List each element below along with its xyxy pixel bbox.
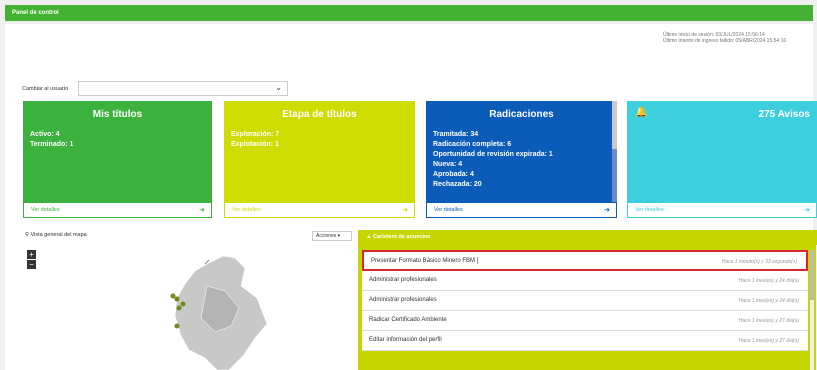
circle-arrow-right-icon: ➜ — [402, 207, 408, 214]
feed-item[interactable]: Administrar profesionales Hace 1 mes(es)… — [362, 291, 808, 311]
map-marker[interactable] — [174, 296, 180, 302]
feed-item[interactable]: Editar información del perfil Hace 1 mes… — [362, 331, 808, 351]
scrollbar-thumb[interactable] — [612, 101, 617, 149]
feed-item-time: Hace 1 minuto(s) y 33 segundo(s) — [721, 259, 797, 265]
ver-detalles-label: Ver detalles — [434, 207, 463, 213]
feed-item-time: Hace 1 mes(es) y 24 día(s) — [738, 298, 799, 304]
card-line: Explotación: 1 — [231, 141, 279, 148]
dashboard-content: Último inicio de sesión: 03/JUL/2024 15:… — [5, 24, 817, 370]
zoom-in-button[interactable]: + — [27, 250, 36, 259]
ver-detalles-link[interactable]: Ver detalles ➜ — [426, 202, 617, 218]
feed-item-text: Editar información del perfil — [369, 337, 442, 343]
card-line: Tramitada: 34 — [433, 131, 479, 138]
colombia-map[interactable] — [145, 246, 285, 370]
feed-header: ▲ Cartelera de anuncios — [358, 230, 817, 245]
circle-arrow-right-icon: ➜ — [604, 207, 610, 214]
scrollbar-thumb[interactable] — [810, 250, 814, 300]
feed-item[interactable]: Presentar Formato Básico Minero FBM [ Ha… — [362, 250, 808, 271]
feed-item-time: Hace 1 mes(es) y 27 día(s) — [738, 338, 799, 344]
bullhorn-icon: ▲ — [366, 234, 372, 240]
circle-arrow-right-icon: ➜ — [199, 207, 205, 214]
card-scrollbar[interactable] — [612, 101, 617, 202]
feed-item-text: Administrar profesionales — [369, 297, 437, 303]
session-info: Último inicio de sesión: 03/JUL/2024 15:… — [663, 32, 813, 44]
ver-detalles-label: Ver detalles — [31, 207, 60, 213]
feed-item[interactable]: Administrar profesionales Hace 1 mes(es)… — [362, 271, 808, 291]
top-header-bar: Panel de control — [5, 5, 813, 21]
ver-detalles-link[interactable]: Ver detalles ➜ — [23, 202, 212, 218]
feed-item-time: Hace 1 mes(es) y 24 día(s) — [738, 278, 799, 284]
card-line: Rechazada: 20 — [433, 181, 482, 188]
ver-detalles-link[interactable]: Ver detalles ➜ — [224, 202, 415, 218]
card-line: Terminado: 1 — [30, 141, 74, 148]
card-mis-titulos: Mis títulos Activo: 4 Terminado: 1 Ver d… — [23, 101, 212, 218]
ver-detalles-label: Ver detalles — [635, 207, 664, 213]
card-radicaciones: Radicaciones Tramitada: 34 Radicación co… — [426, 101, 617, 218]
map-marker[interactable] — [170, 293, 176, 299]
feed-item-time: Hace 1 mes(es) y 27 día(s) — [738, 318, 799, 324]
feed-item-text: Presentar Formato Básico Minero FBM [ — [371, 258, 479, 264]
map-title: ⚲ Vista general del mapa — [25, 232, 87, 238]
map-marker[interactable] — [180, 301, 186, 307]
switch-user-select[interactable]: ⌄ — [78, 81, 288, 96]
card-title: Radicaciones — [489, 109, 554, 120]
card-line: Aprobada: 4 — [433, 171, 474, 178]
card-title: Etapa de títulos — [282, 109, 357, 120]
feed-scrollbar[interactable] — [810, 250, 814, 370]
card-title: Mis títulos — [92, 109, 143, 120]
page-title: Panel de control — [12, 10, 59, 16]
card-etapa-titulos: Etapa de títulos Exploración: 7 Explotac… — [224, 101, 415, 218]
map-pin-icon: ⚲ — [25, 232, 30, 238]
card-line: Nueva: 4 — [433, 161, 463, 168]
acciones-dropdown[interactable]: Acciones ▾ — [312, 231, 352, 241]
feed-item-text: Administrar profesionales — [369, 277, 437, 283]
map-marker[interactable] — [174, 323, 180, 329]
feed-title: Cartelera de anuncios — [372, 234, 431, 240]
card-line: Activo: 4 — [30, 131, 60, 138]
announcements-feed: Presentar Formato Básico Minero FBM [ Ha… — [358, 245, 816, 370]
last-failed-login-text: Último intento de ingreso fallido: 05/AB… — [663, 38, 787, 44]
card-line: Oportunidad de revisión expirada: 1 — [433, 151, 553, 158]
circle-arrow-right-icon: ➜ — [804, 207, 810, 214]
zoom-out-button[interactable]: − — [27, 260, 36, 269]
map-title-label: Vista general del mapa — [30, 232, 87, 238]
ver-detalles-link[interactable]: Ver detalles ➜ — [627, 202, 817, 218]
ver-detalles-label: Ver detalles — [232, 207, 261, 213]
feed-item[interactable]: Radicar Certificado Ambiente Hace 1 mes(… — [362, 311, 808, 331]
switch-user-label: Cambiar al usuario — [22, 86, 69, 92]
avisos-count: 275 Avisos — [758, 109, 810, 120]
card-avisos: 🔔 275 Avisos Ver detalles ➜ — [627, 101, 817, 218]
chevron-down-icon: ⌄ — [275, 83, 282, 92]
card-line: Exploración: 7 — [231, 131, 280, 138]
feed-item-text: Radicar Certificado Ambiente — [369, 317, 447, 323]
map-marker[interactable] — [176, 305, 182, 311]
bell-icon: 🔔 — [635, 107, 648, 118]
card-line: Radicación completa: 6 — [433, 141, 512, 148]
